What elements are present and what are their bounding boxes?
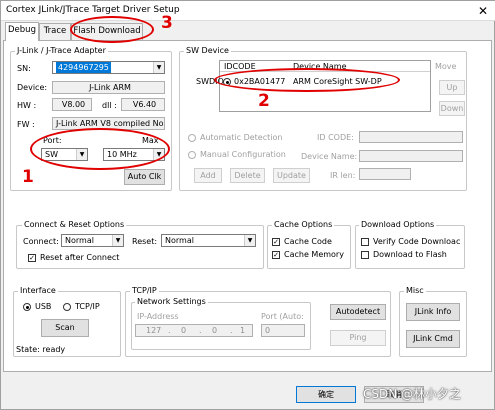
tcpip-label: TCP/IP [75, 302, 100, 311]
ip-dot: . [230, 326, 233, 335]
manual-config-label: Manual Configuration [200, 150, 286, 159]
autodetect-button[interactable]: Autodetect [330, 304, 386, 320]
verify-code-checkbox[interactable] [361, 238, 369, 246]
close-icon[interactable]: ✕ [470, 1, 495, 21]
state-text: State: ready [16, 345, 66, 354]
update-button[interactable]: Update [273, 168, 310, 183]
ip-address-label: IP-Address [137, 312, 179, 321]
ip-octet: 127 [146, 326, 162, 335]
cache-code-checkbox[interactable]: ✓ [272, 238, 280, 246]
annotation-mark-3: 3 [161, 13, 173, 33]
download-to-flash-label: Download to Flash [373, 250, 447, 259]
idcode-label: ID CODE: [317, 133, 354, 142]
cache-options-group [267, 225, 351, 269]
hw-field: V8.00 [52, 98, 92, 111]
hw-label: HW : [17, 101, 37, 110]
dll-label: dll : [102, 101, 117, 110]
annotation-mark-1: 1 [22, 167, 34, 187]
auto-detection-radio[interactable] [188, 134, 196, 142]
tab-debug[interactable]: Debug [5, 22, 39, 41]
manual-config-radio[interactable] [188, 151, 196, 159]
ip-dot: . [168, 326, 171, 335]
ip-octet: 0 [212, 326, 218, 335]
reset-after-connect-label: Reset after Connect [40, 253, 120, 262]
reset-label: Reset: [132, 237, 158, 246]
dll-field: V6.40 [121, 98, 165, 111]
cache-options-group-label: Cache Options [272, 220, 335, 229]
network-settings-label: Network Settings [135, 297, 208, 306]
chevron-down-icon[interactable]: ▼ [244, 235, 255, 246]
annotation-circle-sw-device [214, 68, 400, 92]
download-to-flash-checkbox[interactable] [361, 251, 369, 259]
device-label: Device: [17, 83, 48, 92]
down-button[interactable]: Down [439, 101, 465, 116]
reset-value: Normal [165, 236, 194, 245]
connect-reset-group-label: Connect & Reset Options [22, 220, 127, 229]
misc-group-label: Misc [404, 286, 426, 295]
scan-button[interactable]: Scan [41, 319, 89, 337]
sn-label: SN: [17, 64, 31, 73]
chevron-down-icon[interactable]: ▼ [112, 235, 123, 246]
ip-octet: 1 [240, 326, 246, 335]
device-field: J-Link ARM [52, 81, 165, 94]
watermark-text: CSDN @林小夕之 [363, 387, 462, 401]
interface-group-label: Interface [18, 286, 58, 295]
connect-select[interactable]: Normal ▼ [61, 234, 124, 247]
tab-trace[interactable]: Trace [39, 23, 71, 40]
port-auto-label: Port (Auto: [261, 312, 304, 321]
sn-value: 4294967295 [56, 62, 111, 73]
jlink-info-button[interactable]: JLink Info [406, 303, 460, 321]
title-bar: Cortex JLink/JTrace Target Driver Setup … [1, 1, 495, 21]
sn-select[interactable]: 4294967295 ▼ [52, 61, 165, 74]
port-field[interactable]: 0 [261, 324, 305, 337]
up-button[interactable]: Up [439, 80, 465, 95]
cache-memory-checkbox[interactable]: ✓ [272, 251, 280, 259]
fw-label: FW : [17, 120, 35, 129]
ip-octet: 0 [181, 326, 187, 335]
devname-label: Device Name: [301, 152, 358, 161]
tcpip-group-label: TCP/IP [130, 286, 159, 295]
window-title: Cortex JLink/JTrace Target Driver Setup [6, 5, 180, 15]
ok-button[interactable]: 确定 [296, 386, 356, 403]
irlen-label: IR len: [330, 171, 356, 180]
cache-memory-label: Cache Memory [284, 250, 344, 259]
setup-dialog: Cortex JLink/JTrace Target Driver Setup … [0, 0, 495, 410]
reset-after-connect-checkbox[interactable]: ✓ [28, 254, 36, 262]
sw-device-group-label: SW Device [184, 46, 231, 55]
ip-address-field[interactable]: 127 . 0 . 0 . 1 [135, 324, 253, 337]
add-button[interactable]: Add [194, 168, 222, 183]
annotation-circle-flash-tab [70, 16, 154, 43]
tcpip-radio[interactable] [63, 303, 71, 311]
verify-code-label: Verify Code Downloac [373, 237, 461, 246]
idcode-field[interactable] [359, 131, 463, 143]
usb-label: USB [35, 302, 52, 311]
annotation-circle-port [30, 128, 170, 170]
delete-button[interactable]: Delete [230, 168, 265, 183]
chevron-down-icon[interactable]: ▼ [153, 62, 164, 73]
download-options-group [355, 225, 465, 269]
auto-clk-button[interactable]: Auto Clk [124, 169, 165, 185]
annotation-mark-2: 2 [258, 91, 270, 111]
jlink-adapter-group-label: J-Link / J-Trace Adapter [15, 46, 108, 55]
connect-label: Connect: [23, 237, 59, 246]
usb-radio[interactable] [23, 303, 31, 311]
move-label: Move [435, 62, 457, 71]
cache-code-label: Cache Code [284, 237, 332, 246]
reset-select[interactable]: Normal ▼ [161, 234, 256, 247]
connect-value: Normal [65, 236, 94, 245]
auto-detection-label: Automatic Detection [200, 133, 283, 142]
ping-button[interactable]: Ping [330, 330, 386, 346]
jlink-cmd-button[interactable]: JLink Cmd [406, 330, 460, 348]
ip-dot: . [199, 326, 202, 335]
devname-field[interactable] [359, 150, 463, 162]
irlen-field[interactable] [359, 168, 411, 180]
download-options-group-label: Download Options [359, 220, 437, 229]
